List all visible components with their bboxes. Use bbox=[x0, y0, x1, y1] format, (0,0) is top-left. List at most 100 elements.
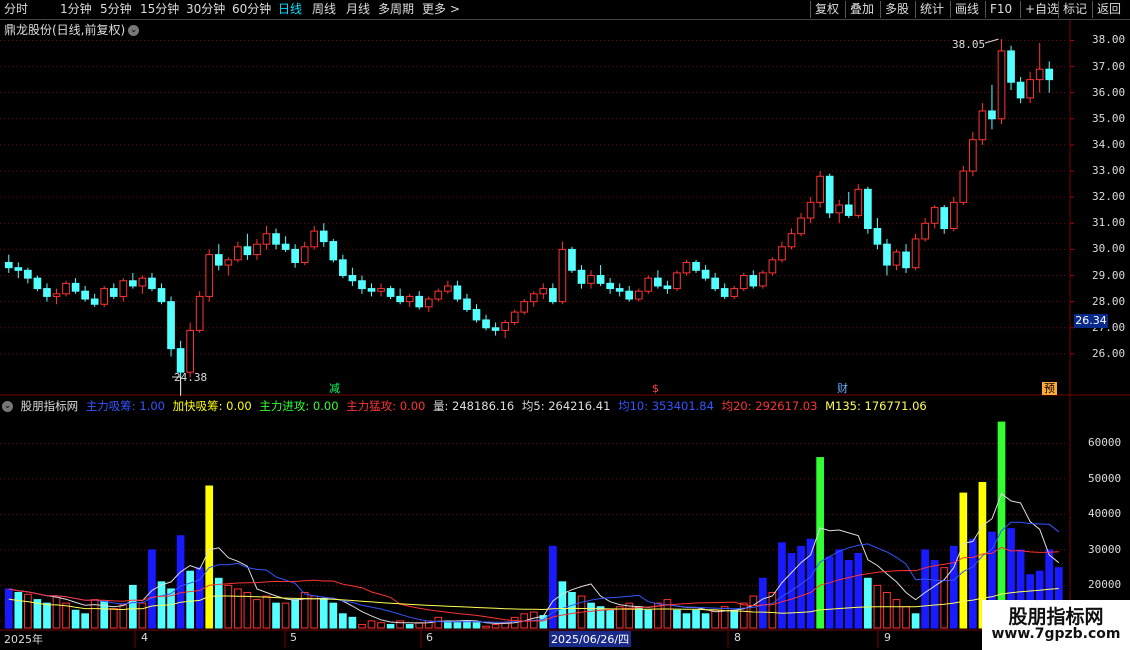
volume-bar bbox=[911, 613, 920, 629]
volume-bar bbox=[71, 609, 80, 629]
candle-body bbox=[577, 269, 586, 284]
volume-bar bbox=[768, 592, 777, 629]
volume-bar bbox=[463, 620, 471, 629]
tab-weekly[interactable]: 周线 bbox=[312, 2, 336, 17]
volume-bar bbox=[24, 593, 32, 629]
candle-body bbox=[654, 277, 662, 287]
multi-stock-button[interactable]: 多股 bbox=[880, 1, 913, 18]
candle-body bbox=[415, 295, 424, 308]
tab-multi-period[interactable]: 多周期 bbox=[378, 2, 414, 17]
candle-body bbox=[692, 261, 700, 271]
volume-bar bbox=[253, 599, 261, 629]
price-tick-label: 34.00 bbox=[1092, 137, 1126, 151]
candle-body bbox=[224, 259, 233, 266]
candle-body bbox=[940, 207, 949, 230]
volume-bar bbox=[148, 549, 156, 629]
candle-body bbox=[1007, 50, 1015, 83]
candle-body bbox=[969, 139, 977, 172]
overlay-button[interactable]: 叠加 bbox=[845, 1, 878, 18]
tab-60min[interactable]: 60分钟 bbox=[232, 2, 271, 17]
legend-ma5: 均5: 264216.41 bbox=[521, 399, 611, 413]
volume-bar bbox=[52, 595, 61, 629]
volume-bar bbox=[186, 570, 194, 629]
chevron-down-icon[interactable]: ⌄ bbox=[2, 401, 13, 412]
candle-body bbox=[71, 282, 80, 292]
candle-body bbox=[434, 290, 443, 300]
draw-line-button[interactable]: 画线 bbox=[950, 1, 983, 18]
volume-bar bbox=[587, 602, 595, 629]
high-pointer bbox=[984, 38, 999, 44]
volume-bar bbox=[386, 623, 395, 629]
volume-bar bbox=[424, 620, 433, 629]
tab-30min[interactable]: 30分钟 bbox=[186, 2, 225, 17]
candle-body bbox=[377, 288, 385, 292]
candle-body bbox=[978, 110, 987, 141]
volume-bar bbox=[434, 616, 443, 629]
candle-body bbox=[921, 222, 929, 240]
back-button[interactable]: 返回 bbox=[1092, 1, 1125, 18]
legend-main-absorb: 主力吸筹: 1.00 bbox=[85, 399, 165, 413]
volume-bar bbox=[396, 620, 404, 629]
candle-body bbox=[844, 204, 853, 216]
candle-body bbox=[444, 285, 452, 292]
mark-button[interactable]: 标记 bbox=[1058, 1, 1091, 18]
tab-15min[interactable]: 15分钟 bbox=[140, 2, 179, 17]
candle-body bbox=[673, 272, 681, 290]
volume-bar bbox=[644, 609, 653, 629]
volume-bar bbox=[358, 623, 366, 629]
marker-reduce[interactable]: 减 bbox=[327, 382, 342, 395]
volume-bar bbox=[510, 616, 519, 629]
candle-body bbox=[606, 282, 614, 290]
stock-title[interactable]: 鼎龙股份(日线,前复权) ⌄ bbox=[4, 21, 140, 38]
volume-bar bbox=[854, 552, 863, 629]
volume-bar bbox=[377, 622, 385, 629]
ma10-line bbox=[8, 521, 1060, 623]
indicator-name[interactable]: 股朋指标网 bbox=[21, 399, 79, 413]
volume-bar bbox=[491, 623, 500, 629]
candle-body bbox=[1045, 68, 1054, 81]
candlestick-chart[interactable] bbox=[0, 0, 1130, 650]
candle-body bbox=[835, 204, 844, 214]
candle-body bbox=[272, 233, 280, 245]
add-watchlist-button[interactable]: +自选 bbox=[1020, 1, 1063, 18]
volume-bar bbox=[835, 549, 844, 629]
marker-forecast[interactable]: 预 bbox=[1042, 382, 1057, 395]
date-label-jun: 6 bbox=[426, 631, 433, 644]
date-label-may: 5 bbox=[290, 631, 297, 644]
volume-bar bbox=[730, 609, 739, 629]
f10-button[interactable]: F10 bbox=[985, 1, 1016, 18]
candle-body bbox=[1026, 79, 1034, 99]
legend-ma20: 均20: 292617.03 bbox=[721, 399, 818, 413]
volume-bar bbox=[4, 588, 13, 629]
candle-body bbox=[157, 288, 166, 303]
tab-more[interactable]: 更多 > bbox=[422, 2, 460, 17]
chevron-down-icon[interactable]: ⌄ bbox=[128, 25, 140, 36]
candle-body bbox=[615, 288, 624, 292]
volume-bar bbox=[329, 602, 338, 629]
period-toolbar: 分时 1分钟 5分钟 15分钟 30分钟 60分钟 日线 周线 月线 多周期 更… bbox=[0, 0, 1130, 20]
candle-body bbox=[739, 275, 748, 290]
marker-dividend[interactable]: $ bbox=[650, 382, 661, 395]
candle-body bbox=[625, 290, 634, 300]
volume-bar bbox=[81, 613, 89, 629]
volume-bar bbox=[959, 492, 968, 629]
tab-daily[interactable]: 日线 bbox=[278, 2, 302, 17]
tab-fenshi[interactable]: 分时 bbox=[4, 2, 28, 17]
tab-5min[interactable]: 5分钟 bbox=[100, 2, 132, 17]
volume-bar bbox=[33, 599, 42, 629]
tab-1min[interactable]: 1分钟 bbox=[60, 2, 92, 17]
volume-bar bbox=[682, 613, 691, 629]
date-label-apr: 4 bbox=[141, 631, 148, 644]
candle-body bbox=[873, 228, 882, 245]
volume-bar bbox=[969, 538, 977, 629]
volume-bar bbox=[14, 592, 23, 629]
volume-tick-label: 40000 bbox=[1088, 507, 1122, 521]
candle-body bbox=[539, 288, 548, 295]
candle-body bbox=[930, 207, 939, 224]
price-tick-label: 32.00 bbox=[1092, 190, 1126, 204]
tab-monthly[interactable]: 月线 bbox=[346, 2, 370, 17]
fuquan-button[interactable]: 复权 bbox=[810, 1, 843, 18]
candle-body bbox=[520, 301, 529, 313]
marker-finance[interactable]: 财 bbox=[835, 382, 850, 395]
stats-button[interactable]: 统计 bbox=[915, 1, 948, 18]
